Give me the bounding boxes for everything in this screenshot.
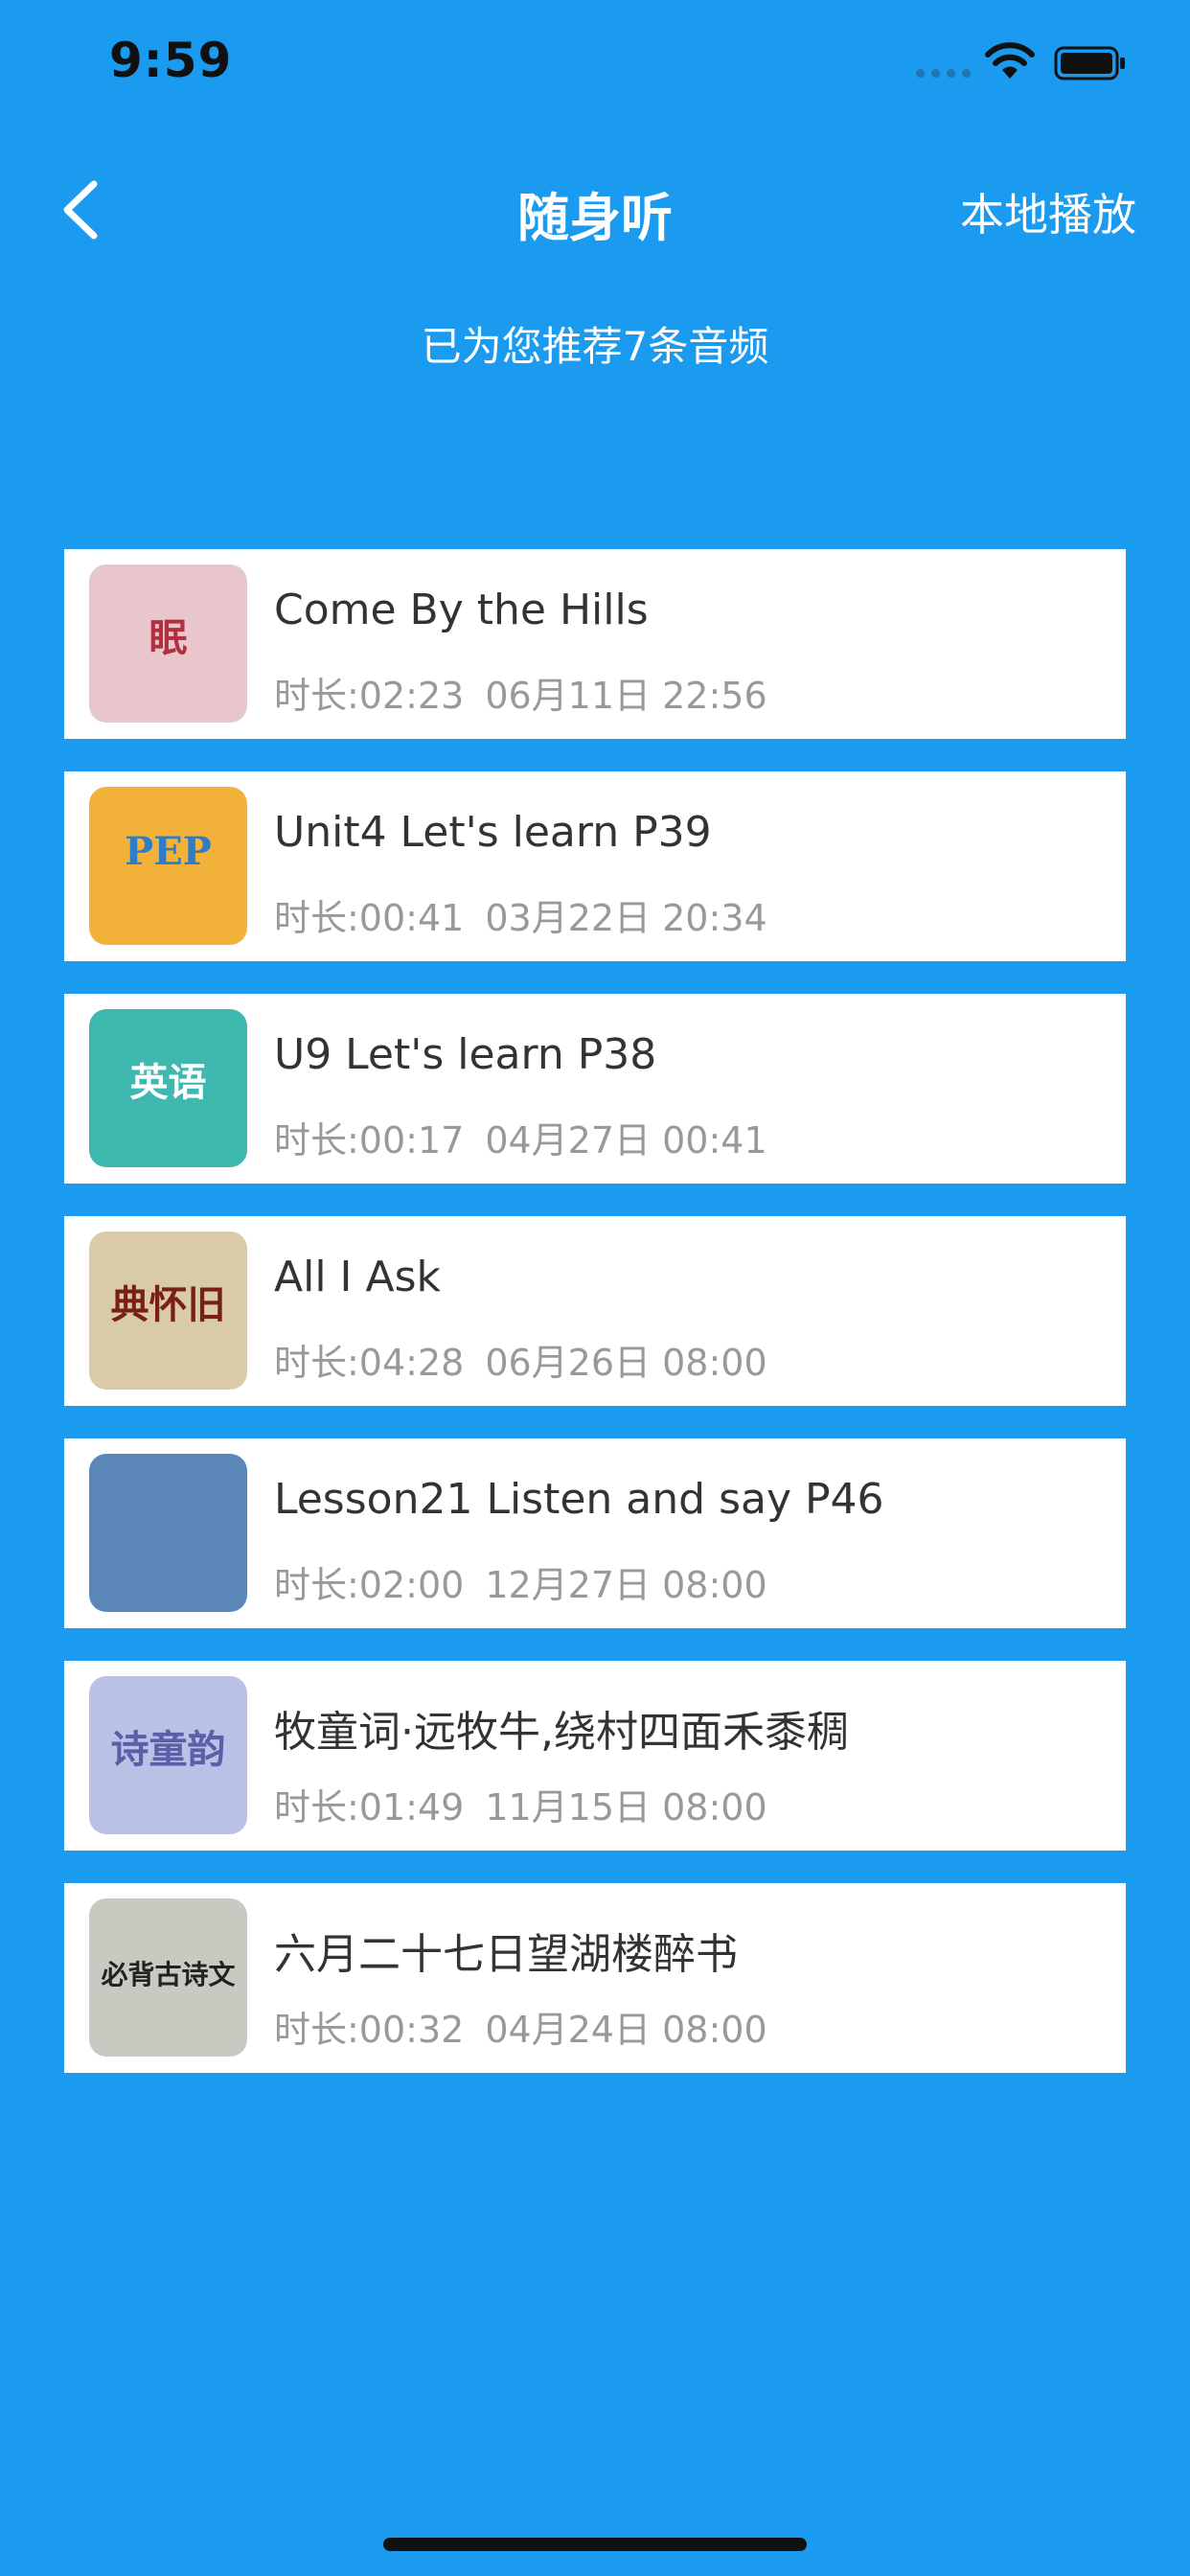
home-indicator: [383, 2538, 807, 2551]
audio-item[interactable]: Lesson21 Listen and say P46 时长:02:00 12月2…: [64, 1438, 1126, 1628]
thumbnail-text: 典怀旧: [110, 1282, 226, 1327]
audio-thumbnail: PEP: [89, 787, 247, 945]
status-bar: 9:59: [0, 0, 1190, 126]
thumbnail-text: 必背古诗文: [101, 1959, 236, 1990]
audio-duration: 时长:00:32: [274, 2009, 465, 2051]
audio-thumbnail: 英语: [89, 1009, 247, 1167]
audio-list: 眠 Come By the Hills 时长:02:23 06月11日 22:56…: [64, 549, 1126, 2105]
audio-duration: 时长:04:28: [274, 1342, 465, 1384]
audio-duration: 时长:02:23: [274, 675, 465, 717]
local-playback-button[interactable]: 本地播放: [960, 180, 1136, 243]
audio-meta: 时长:00:32 04月24日 08:00: [274, 2000, 767, 2053]
audio-thumbnail: 典怀旧: [89, 1231, 247, 1390]
audio-item[interactable]: PEP Unit4 Let's learn P39 时长:00:41 03月22日…: [64, 771, 1126, 961]
audio-thumbnail: 必背古诗文: [89, 1898, 247, 2057]
audio-title: U9 Let's learn P38: [274, 1030, 657, 1079]
audio-title: 牧童词·远牧牛,绕村四面禾黍稠: [274, 1708, 849, 1757]
thumbnail-text: 诗童韵: [110, 1727, 226, 1772]
thumbnail-text: 英语: [129, 1060, 207, 1105]
audio-item[interactable]: 典怀旧 All I Ask 时长:04:28 06月26日 08:00: [64, 1216, 1126, 1406]
audio-date: 06月11日 22:56: [485, 675, 767, 717]
audio-date: 04月24日 08:00: [485, 2009, 767, 2051]
thumbnail-text: 眠: [149, 615, 188, 660]
audio-title: Lesson21 Listen and say P46: [274, 1475, 884, 1524]
audio-date: 04月27日 00:41: [485, 1119, 767, 1162]
audio-item[interactable]: 眠 Come By the Hills 时长:02:23 06月11日 22:56: [64, 549, 1126, 739]
audio-duration: 时长:00:17: [274, 1119, 465, 1162]
audio-date: 12月27日 08:00: [485, 1564, 767, 1606]
audio-title: Unit4 Let's learn P39: [274, 808, 712, 857]
status-time: 9:59: [109, 33, 233, 88]
audio-thumbnail: 眠: [89, 564, 247, 723]
audio-meta: 时长:00:17 04月27日 00:41: [274, 1111, 767, 1163]
wifi-icon: [985, 42, 1035, 79]
audio-meta: 时长:01:49 11月15日 08:00: [274, 1778, 767, 1830]
audio-item[interactable]: 英语 U9 Let's learn P38 时长:00:17 04月27日 00:…: [64, 994, 1126, 1184]
audio-duration: 时长:00:41: [274, 897, 465, 939]
cellular-signal-icon: [916, 69, 971, 78]
audio-title: Come By the Hills: [274, 586, 649, 634]
audio-date: 03月22日 20:34: [485, 897, 767, 939]
audio-thumbnail: 诗童韵: [89, 1676, 247, 1834]
audio-date: 11月15日 08:00: [485, 1786, 767, 1828]
audio-meta: 时长:02:00 12月27日 08:00: [274, 1555, 767, 1608]
audio-duration: 时长:01:49: [274, 1786, 465, 1828]
battery-icon: [1054, 46, 1125, 80]
audio-title: 六月二十七日望湖楼醉书: [274, 1930, 738, 1979]
audio-meta: 时长:00:41 03月22日 20:34: [274, 888, 767, 941]
thumbnail-text: PEP: [125, 829, 212, 874]
audio-item[interactable]: 必背古诗文 六月二十七日望湖楼醉书 时长:00:32 04月24日 08:00: [64, 1883, 1126, 2073]
audio-thumbnail: [89, 1454, 247, 1612]
recommendation-subtitle: 已为您推荐7条音频: [421, 323, 769, 370]
audio-duration: 时长:02:00: [274, 1564, 465, 1606]
audio-title: All I Ask: [274, 1253, 442, 1301]
audio-meta: 时长:02:23 06月11日 22:56: [274, 666, 767, 719]
audio-meta: 时长:04:28 06月26日 08:00: [274, 1333, 767, 1386]
audio-item[interactable]: 诗童韵 牧童词·远牧牛,绕村四面禾黍稠 时长:01:49 11月15日 08:00: [64, 1661, 1126, 1851]
audio-date: 06月26日 08:00: [485, 1342, 767, 1384]
